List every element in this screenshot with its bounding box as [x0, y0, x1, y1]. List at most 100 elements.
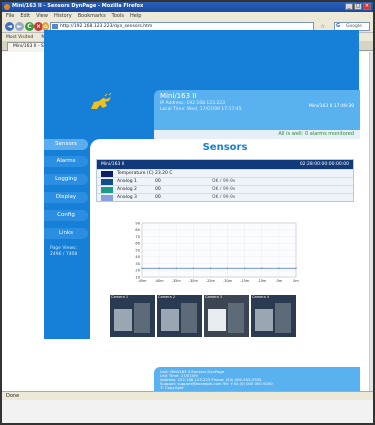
sensor-table-header: Mini/163 II 02:28:00:00:00:00:00	[97, 160, 353, 169]
table-device-id: 02:28:00:00:00:00:00	[299, 162, 349, 167]
window-title: Mini/163 II - Sensors DynPage - Mozilla …	[12, 3, 144, 9]
sidebar-item-links[interactable]: Links	[44, 228, 88, 239]
camera-scene-shape	[255, 309, 273, 331]
maximize-button[interactable]: □	[354, 3, 362, 10]
menu-edit[interactable]: Edit	[20, 13, 30, 19]
page-icon	[52, 24, 58, 29]
url-text: http://192.168.123.223/dyn_sensors.htm	[60, 24, 153, 29]
menu-bookmarks[interactable]: Bookmarks	[78, 13, 106, 19]
table-device-name: Mini/163 II	[101, 162, 125, 167]
camera-thumbnail[interactable]: Camera 3	[204, 295, 249, 337]
alarm-status: All is well: 0 alarms monitored	[278, 131, 354, 137]
x-tick-label: -10m	[257, 279, 267, 283]
x-tick-label: -15m	[240, 279, 250, 283]
sidebar-item-config[interactable]: Config	[44, 210, 88, 221]
sensor-range: OK / 99.9s	[212, 187, 236, 192]
sidebar-item-display[interactable]: Display	[44, 192, 88, 203]
sensor-name: Analog 3	[117, 195, 137, 200]
sensor-value: 23.20 C	[155, 171, 173, 176]
vertical-scrollbar[interactable]	[370, 52, 373, 391]
camera-scene-shape	[134, 303, 150, 333]
menu-tools[interactable]: Tools	[112, 13, 124, 19]
ip-address: IP Address: 192.168.123.223	[160, 101, 225, 106]
y-tick-label: 90	[135, 221, 140, 225]
firefox-logo-icon	[4, 4, 10, 10]
x-tick-label: -5m	[276, 279, 283, 283]
data-point	[175, 267, 177, 269]
sidebar-item-sensors[interactable]: Sensors	[44, 139, 88, 150]
status-bar: Done	[2, 391, 373, 400]
camera-thumbnail[interactable]: Camera 4	[251, 295, 296, 337]
menu-file[interactable]: File	[6, 13, 14, 19]
y-tick-label: 20	[135, 269, 140, 273]
status-text: Done	[6, 393, 20, 399]
menu-history[interactable]: History	[54, 13, 72, 19]
reload-button[interactable]: C	[25, 22, 34, 31]
y-tick-label: 80	[135, 228, 140, 232]
table-row[interactable]: Temperature (C) 23.20 C	[97, 169, 353, 177]
camera-label: Camera 2	[158, 295, 176, 299]
sensor-value: 00	[155, 179, 161, 184]
sensor-name: Temperature (C)	[117, 171, 154, 176]
menu-view[interactable]: View	[36, 13, 48, 19]
camera-scene-shape	[181, 303, 197, 333]
data-point	[141, 267, 143, 269]
menu-bar: File Edit View History Bookmarks Tools H…	[2, 12, 373, 20]
camera-thumbnail[interactable]: Camera 2	[157, 295, 202, 337]
sensors-panel: Sensors Mini/163 II 02:28:00:00:00:00:00…	[90, 139, 360, 354]
alarm-status-bar: All is well: 0 alarms monitored	[154, 130, 360, 139]
sensor-value: 00	[155, 187, 161, 192]
forward-button[interactable]: ►	[15, 22, 24, 31]
y-tick-label: 60	[135, 242, 140, 246]
camera-scene-shape	[228, 303, 244, 333]
sidebar-item-logging[interactable]: Logging	[44, 174, 88, 185]
y-tick-label: 40	[135, 255, 140, 259]
camera-strip: Camera 1 Camera 2 Camera 3 Camera 4	[110, 295, 300, 337]
x-tick-label: -45m	[138, 279, 148, 283]
data-point	[295, 267, 297, 269]
page-footer: Unit: Mini/163 II Sensors DynPage Unit T…	[154, 367, 360, 391]
sensor-range: OK / 99.9s	[212, 179, 236, 184]
data-point	[278, 267, 280, 269]
data-point	[261, 267, 263, 269]
x-tick-label: 0m	[293, 279, 299, 283]
back-button[interactable]: ◄	[5, 22, 14, 31]
close-button[interactable]: ×	[363, 3, 371, 10]
camera-label: Camera 1	[111, 295, 129, 299]
header-right-info: Mini/163 II 17:49:39	[308, 104, 354, 109]
sensor-value: 00	[155, 195, 161, 200]
camera-scene-shape	[275, 303, 291, 333]
camera-thumbnail[interactable]: Camera 1	[110, 295, 155, 337]
device-header: Mini/163 II IP Address: 192.168.123.223 …	[154, 90, 360, 130]
camera-scene-shape	[208, 309, 226, 331]
camera-label: Camera 4	[252, 295, 270, 299]
y-tick-label: 70	[135, 235, 140, 239]
menu-help[interactable]: Help	[130, 13, 141, 19]
camera-scene-shape	[161, 309, 179, 331]
data-point	[192, 267, 194, 269]
sidebar-item-alarms[interactable]: Alarms	[44, 156, 88, 167]
table-row[interactable]: Analog 3 00 OK / 99.9s	[97, 193, 353, 201]
sensor-range: OK / 99.9s	[212, 195, 236, 200]
chart-svg: 102030405060708090-45m -40m -35m -30m -25m -2…	[135, 221, 299, 283]
table-row[interactable]: Analog 1 00 OK / 99.9s	[97, 177, 353, 185]
search-label: Google	[346, 24, 362, 29]
footer-line: © Copyright	[160, 385, 184, 390]
bookmark-most-visited[interactable]: Most Visited	[6, 35, 33, 40]
page-title: Sensors	[202, 142, 248, 153]
page-views-value: 2496 / 7408	[50, 252, 78, 257]
local-time: Local Time: Wed, 17/07/09 17:17:45	[160, 107, 242, 112]
bookmark-star-icon[interactable]: ☆	[320, 23, 325, 30]
sensor-name: Analog 1	[117, 179, 137, 184]
title-bar: Mini/163 II - Sensors DynPage - Mozilla …	[2, 2, 373, 12]
table-row[interactable]: Analog 2 00 OK / 99.9s	[97, 185, 353, 193]
data-point	[158, 267, 160, 269]
camera-label: Camera 3	[205, 295, 223, 299]
device-name: Mini/163 II	[160, 92, 197, 100]
y-tick-label: 30	[135, 262, 140, 266]
google-icon: G	[336, 23, 341, 29]
x-tick-label: -30m	[189, 279, 199, 283]
minimize-button[interactable]: _	[345, 3, 353, 10]
x-tick-label: -35m	[172, 279, 182, 283]
x-tick-label: -25m	[206, 279, 216, 283]
